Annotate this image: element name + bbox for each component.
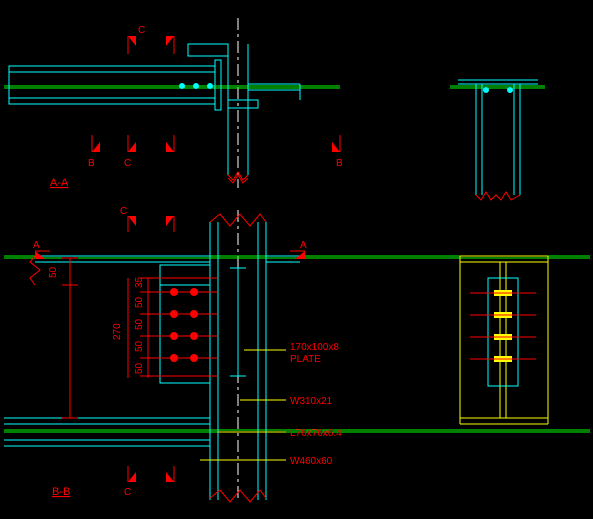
label-aa: A-A bbox=[50, 177, 69, 189]
svg-text:35: 35 bbox=[134, 276, 145, 288]
svg-text:50: 50 bbox=[134, 318, 145, 330]
svg-text:W460x60: W460x60 bbox=[290, 456, 333, 467]
svg-text:A: A bbox=[300, 240, 307, 251]
view-aa: C B B C A-A bbox=[4, 18, 343, 189]
svg-text:PLATE: PLATE bbox=[290, 354, 321, 365]
callouts: 170x100x8 PLATE W310x21 L76x76x6.4 W460x… bbox=[200, 342, 342, 467]
label-bb: B-B bbox=[52, 486, 70, 498]
view-aux-top-right bbox=[450, 80, 545, 200]
svg-text:C: C bbox=[120, 206, 127, 217]
svg-text:50: 50 bbox=[48, 266, 59, 278]
svg-text:B: B bbox=[88, 158, 95, 169]
view-cc bbox=[460, 256, 548, 424]
svg-text:A: A bbox=[33, 240, 40, 251]
section-b-bottom: B B C bbox=[88, 135, 343, 169]
svg-text:L76x76x6.4: L76x76x6.4 bbox=[290, 428, 342, 439]
svg-text:C: C bbox=[124, 487, 131, 498]
cad-drawing: C B B C A-A bbox=[0, 0, 593, 519]
svg-text:B: B bbox=[336, 158, 343, 169]
bolt-group bbox=[140, 278, 218, 376]
svg-text:C: C bbox=[138, 25, 145, 36]
svg-text:50: 50 bbox=[134, 362, 145, 374]
svg-text:W310x21: W310x21 bbox=[290, 396, 333, 407]
svg-text:C: C bbox=[124, 158, 131, 169]
section-c-top: C bbox=[128, 25, 174, 54]
svg-text:170x100x8: 170x100x8 bbox=[290, 342, 339, 353]
svg-text:50: 50 bbox=[134, 296, 145, 308]
view-bb: 50 270 50 50 50 50 35 A A C bbox=[4, 206, 590, 502]
svg-text:270: 270 bbox=[112, 323, 123, 340]
svg-text:50: 50 bbox=[134, 340, 145, 352]
dim-chain: 50 270 50 50 50 50 35 bbox=[48, 258, 148, 418]
